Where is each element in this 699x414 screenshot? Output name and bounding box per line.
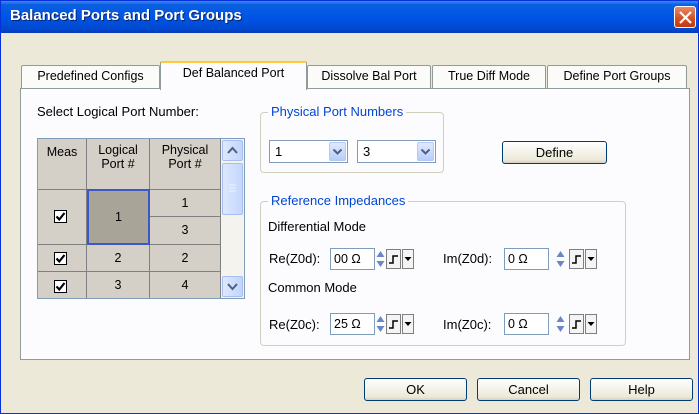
chevron-down-icon [420,148,431,155]
spin-arrows-icon[interactable] [375,313,386,335]
grip-icon [229,184,236,192]
define-button[interactable]: Define [502,141,607,164]
row-3-meas[interactable] [38,272,87,298]
help-button[interactable]: Help [590,378,693,401]
physical-port-numbers-legend: Physical Port Numbers [268,104,407,119]
select-logical-port-label: Select Logical Port Number: [37,104,199,119]
physical-port-b-select[interactable]: 3 [357,140,436,163]
units-menu-button[interactable] [585,249,597,269]
spin-arrows-icon[interactable] [555,313,566,335]
step-icon [572,255,581,264]
dialog-window: Balanced Ports and Port Groups Predefine… [0,0,699,414]
units-menu-button[interactable] [402,314,414,334]
step-icon [389,320,398,329]
tab-dissolve-bal-port[interactable]: Dissolve Bal Port [307,65,431,89]
step-icon [389,255,398,264]
header-physical-port: Physical Port # [150,139,221,190]
im-z0d-label: Im(Z0d): [443,251,493,266]
im-z0c-input[interactable]: 0 Ω [504,313,549,335]
grid-scrollbar[interactable] [221,139,244,298]
cancel-button[interactable]: Cancel [477,378,580,401]
row-2-meas[interactable] [38,245,87,272]
chevron-down-icon [332,148,343,155]
step-size-button[interactable] [386,314,401,334]
header-logical-port: Logical Port # [87,139,150,190]
checkbox-checked-icon [54,210,67,223]
row-2-physical[interactable]: 2 [150,245,221,272]
re-z0d-input[interactable]: 00 Ω [330,248,375,270]
tab-define-port-groups[interactable]: Define Port Groups [547,65,687,89]
triangle-down-icon [587,257,595,261]
port-grid[interactable]: Meas Logical Port # Physical Port # 1 1 … [37,138,245,299]
units-menu-button[interactable] [585,314,597,334]
re-z0c-label: Re(Z0c): [269,317,320,332]
scroll-down-button[interactable] [222,276,243,297]
physical-port-a-select[interactable]: 1 [269,140,348,163]
close-icon [679,11,692,24]
step-icon [572,320,581,329]
row-1-meas[interactable] [38,190,87,245]
row-3-physical[interactable]: 4 [150,272,221,298]
spin-arrows-icon[interactable] [375,248,386,270]
triangle-down-icon [404,322,412,326]
row-2-logical-port[interactable]: 2 [87,245,150,272]
reference-impedances-legend: Reference Impedances [268,193,409,208]
spin-arrows-icon[interactable] [555,248,566,270]
row-1-physical-b[interactable]: 3 [150,217,221,245]
checkbox-checked-icon [54,280,67,293]
re-z0c-input[interactable]: 25 Ω [330,313,375,335]
tab-def-balanced-port[interactable]: Def Balanced Port [160,61,307,90]
im-z0c-label: Im(Z0c): [443,317,492,332]
im-z0d-input[interactable]: 0 Ω [504,248,549,270]
triangle-down-icon [404,257,412,261]
checkbox-checked-icon [54,252,67,265]
chevron-down-icon [227,283,238,291]
step-size-button[interactable] [569,249,584,269]
triangle-down-icon [587,322,595,326]
row-3-logical-port[interactable]: 3 [87,272,150,298]
dropdown-arrow-button[interactable] [329,142,346,161]
common-mode-label: Common Mode [268,280,357,295]
scroll-up-button[interactable] [222,140,243,161]
tab-true-diff-mode[interactable]: True Diff Mode [432,65,546,89]
re-z0d-label: Re(Z0d): [269,251,321,266]
title-bar[interactable]: Balanced Ports and Port Groups [1,1,698,33]
row-1-logical-port[interactable]: 1 [87,189,150,245]
header-meas: Meas [38,139,87,190]
step-size-button[interactable] [386,249,401,269]
tab-predefined-configs[interactable]: Predefined Configs [21,65,160,89]
differential-mode-label: Differential Mode [268,219,367,234]
step-size-button[interactable] [569,314,584,334]
units-menu-button[interactable] [402,249,414,269]
window-title: Balanced Ports and Port Groups [10,7,242,24]
close-button[interactable] [674,6,696,28]
scroll-thumb[interactable] [222,163,243,215]
row-1-physical-a[interactable]: 1 [150,190,221,217]
ok-button[interactable]: OK [364,378,467,401]
dropdown-arrow-button[interactable] [417,142,434,161]
chevron-up-icon [227,146,238,154]
